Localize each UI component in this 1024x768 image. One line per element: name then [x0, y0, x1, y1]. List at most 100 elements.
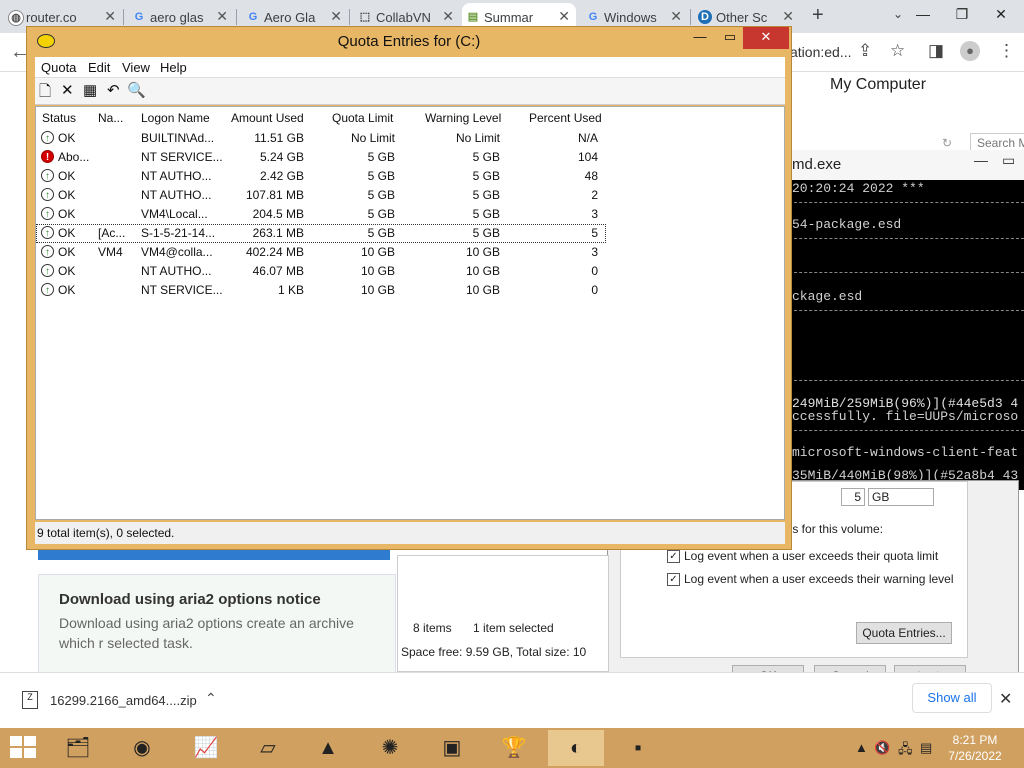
table-row[interactable]: ! Abo... NT SERVICE... 5.24 GB 5 GB 5 GB 104	[36, 148, 606, 167]
quota-limit-cell: 10 GB	[360, 283, 395, 297]
warning-level-cell: 10 GB	[465, 264, 500, 278]
tab-close-icon[interactable]: ✕	[216, 8, 228, 25]
tab-close-icon[interactable]: ✕	[330, 8, 342, 25]
column-quota-limit[interactable]: Quota Limit	[332, 111, 393, 125]
status-cell: OK	[58, 245, 76, 259]
cmd-minimize-button[interactable]: —	[974, 152, 988, 168]
quota-icon[interactable]: ◐	[548, 730, 604, 766]
amount-used-cell: 204.5 MB	[252, 207, 304, 221]
trophy-icon[interactable]: 🏆	[486, 730, 542, 766]
browser-restore-button[interactable]: ❐	[942, 0, 982, 30]
drive-icon[interactable]: ▱	[240, 730, 296, 766]
browser-close-button[interactable]: ✕	[981, 0, 1021, 30]
share-icon[interactable]: ⇪	[858, 41, 872, 61]
tab-close-icon[interactable]: ✕	[782, 8, 794, 25]
start-button[interactable]	[10, 736, 38, 760]
cmd-icon[interactable]: ▪	[610, 730, 666, 766]
table-row[interactable]: ↑ OK NT AUTHO... 46.07 MB 10 GB 10 GB 0	[36, 262, 606, 281]
chrome-icon[interactable]: ◉	[114, 730, 170, 766]
warning-level-cell: 5 GB	[472, 169, 500, 183]
properties-icon[interactable]: ▦	[83, 81, 97, 99]
quota-close-button[interactable]: ✕	[743, 27, 789, 49]
column-amount-used[interactable]: Amount Used	[231, 111, 304, 125]
column-status[interactable]: Status	[42, 111, 76, 125]
news-icon[interactable]: ▣	[424, 730, 480, 766]
quota-maximize-button[interactable]: ▭	[717, 27, 743, 49]
collabvm-icon: ⬚	[359, 11, 371, 23]
table-row[interactable]: ↑ OK NT AUTHO... 2.42 GB 5 GB 5 GB 48	[36, 167, 606, 186]
tab-label: router.co	[26, 9, 77, 25]
tab-close-icon[interactable]: ✕	[104, 8, 116, 25]
table-row[interactable]: ↑ OK VM4\Local... 204.5 MB 5 GB 5 GB 3	[36, 205, 606, 224]
explorer-icon[interactable]: 🗂	[50, 730, 106, 766]
tab-label: Summar	[484, 9, 534, 25]
table-row[interactable]: ↑ OK [Ac... S-1-5-21-14... 263.1 MB 5 GB 5 GB 5	[36, 224, 606, 243]
log-warning-level-checkbox[interactable]: ✓ Log event when a user exceeds their wa…	[667, 572, 954, 586]
amount-used-cell: 1 KB	[277, 283, 304, 297]
find-icon[interactable]: 🔍	[127, 81, 146, 99]
tab-close-icon[interactable]: ✕	[442, 8, 454, 25]
table-row[interactable]: ↑ OK BUILTIN\Ad... 11.51 GB No Limit No Limit…	[36, 129, 606, 148]
menu-edit[interactable]: Edit	[88, 60, 110, 75]
speaker-muted-icon[interactable]: 🔇	[874, 740, 890, 756]
tab-label: Aero Gla	[264, 9, 316, 25]
refresh-icon[interactable]: ↻	[942, 136, 952, 150]
tab-close-icon[interactable]: ✕	[558, 8, 570, 25]
taskbar-clock[interactable]: 8:21 PM 7/26/2022	[940, 732, 1010, 764]
menu-help[interactable]: Help	[160, 60, 187, 75]
undo-icon[interactable]: ↶	[107, 81, 120, 99]
limit-unit-select[interactable]: GB	[868, 488, 934, 506]
checkbox-checked-icon: ✓	[667, 549, 680, 563]
log-quota-limit-checkbox[interactable]: ✓ Log event when a user exceeds their qu…	[667, 549, 938, 563]
logon-name-cell: NT SERVICE...	[141, 283, 223, 297]
column-logon-name[interactable]: Logon Name	[141, 111, 210, 125]
chevron-up-icon[interactable]: ⌃	[205, 690, 217, 707]
limit-value-field[interactable]: 5	[841, 488, 865, 506]
tab-search-icon[interactable]: ⌄	[893, 7, 903, 21]
menu-kebab-icon[interactable]: ⋮	[998, 41, 1015, 61]
ok-status-icon: ↑	[41, 283, 54, 296]
ok-status-icon: ↑	[41, 264, 54, 277]
status-cell: OK	[58, 169, 76, 183]
quota-entries-button[interactable]: Quota Entries...	[856, 622, 952, 644]
table-row[interactable]: ↑ OK VM4 VM4@colla... 402.24 MB 10 GB 10 GB 3	[36, 243, 606, 262]
cmd-line: 20:20:24 2022 ***	[792, 181, 925, 196]
network-icon[interactable]: 🖧	[898, 740, 913, 762]
menu-view[interactable]: View	[122, 60, 150, 75]
download-filename[interactable]: 16299.2166_amd64....zip	[50, 693, 197, 708]
column-percent-used[interactable]: Percent Used	[529, 111, 602, 125]
show-all-button[interactable]: Show all	[912, 683, 992, 713]
quota-minimize-button[interactable]: —	[687, 27, 713, 49]
warning-level-cell: 5 GB	[472, 188, 500, 202]
cmd-separator	[784, 238, 1024, 239]
column-warning-level[interactable]: Warning Level	[425, 111, 501, 125]
vlc-icon[interactable]: ▲	[300, 730, 356, 766]
delete-icon[interactable]: ✕	[61, 81, 74, 99]
column-name[interactable]: Na...	[98, 111, 123, 125]
warning-level-cell: 10 GB	[465, 245, 500, 259]
address-bar[interactable]: ation:ed...	[790, 44, 852, 60]
browser-minimize-button[interactable]: —	[903, 0, 943, 30]
ok-status-icon: ↑	[41, 131, 54, 144]
action-center-icon[interactable]: ▤	[920, 740, 932, 756]
cmd-maximize-button[interactable]: ▭	[1002, 152, 1015, 169]
quota-options-label: ons for this volume:	[779, 522, 884, 536]
warning-status-icon: !	[41, 150, 54, 163]
performance-icon[interactable]: 📈	[178, 730, 234, 766]
bookmark-star-icon[interactable]: ☆	[890, 41, 905, 61]
settings-icon[interactable]: ✺	[362, 730, 418, 766]
tray-expand-icon[interactable]: ▲	[855, 740, 868, 755]
side-panel-icon[interactable]: ◨	[928, 41, 944, 61]
menu-quota[interactable]: Quota	[41, 60, 76, 75]
table-row[interactable]: ↑ OK NT SERVICE... 1 KB 10 GB 10 GB 0	[36, 281, 606, 300]
profile-avatar-icon[interactable]: ●	[960, 41, 980, 61]
new-entry-icon[interactable]: 🗋	[39, 81, 51, 106]
google-icon: G	[588, 11, 598, 23]
quota-entries-window: Quota Entries for (C:) — ▭ ✕ Quota Edit …	[26, 26, 792, 550]
quota-limit-cell: 5 GB	[367, 150, 395, 164]
google-icon: G	[134, 11, 144, 23]
close-shelf-icon[interactable]: ✕	[999, 689, 1012, 709]
tab-close-icon[interactable]: ✕	[670, 8, 682, 25]
new-tab-button[interactable]: +	[812, 4, 824, 27]
table-row[interactable]: ↑ OK NT AUTHO... 107.81 MB 5 GB 5 GB 2	[36, 186, 606, 205]
